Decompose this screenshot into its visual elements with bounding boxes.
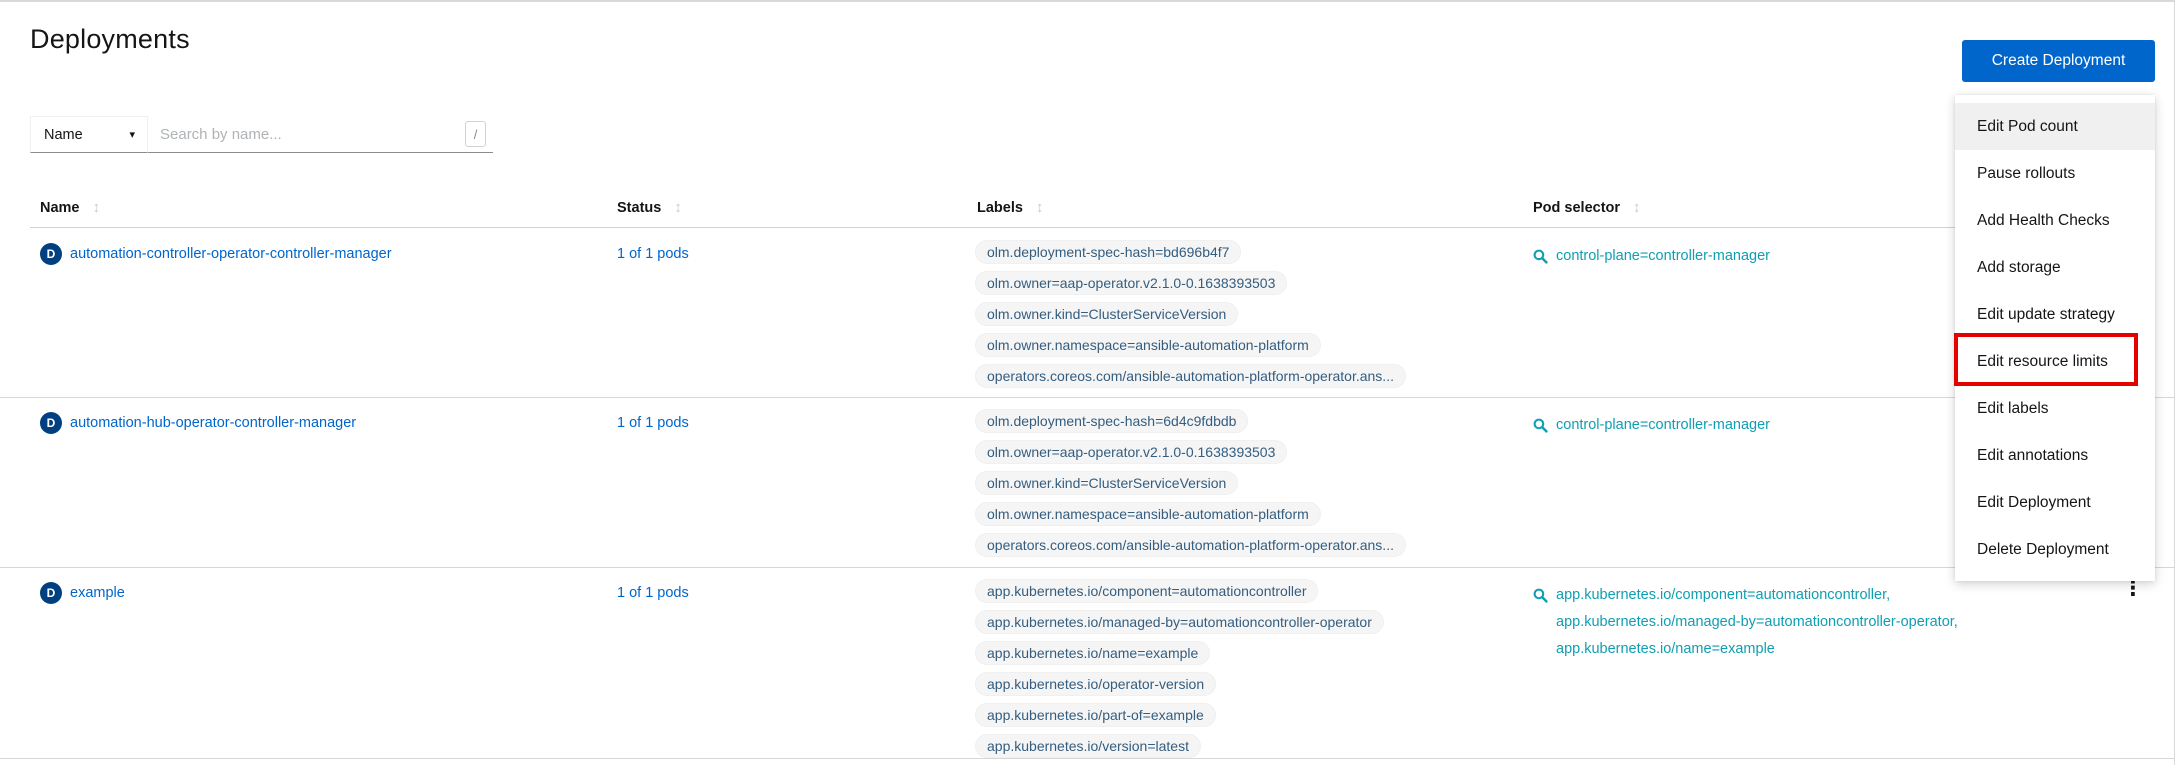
menu-item-edit-update-strategy[interactable]: Edit update strategy (1955, 291, 2155, 338)
name-cell: D automation-hub-operator-controller-man… (40, 398, 356, 434)
label-pill[interactable]: app.kubernetes.io/part-of=example (975, 703, 1216, 727)
label-pill[interactable]: app.kubernetes.io/managed-by=automationc… (975, 610, 1384, 634)
filter-type-dropdown[interactable]: Name ▾ (30, 116, 148, 153)
pods-status-link[interactable]: 1 of 1 pods (617, 585, 689, 601)
column-header-pod-selector[interactable]: Pod selector ↕ (1533, 187, 1641, 228)
slash-shortcut-badge: / (465, 121, 486, 147)
menu-item-pause-rollouts[interactable]: Pause rollouts (1955, 150, 2155, 197)
menu-item-edit-labels[interactable]: Edit labels (1955, 385, 2155, 432)
labels-cell: olm.deployment-spec-hash=bd696b4f7 olm.o… (975, 229, 1406, 395)
caret-down-icon: ▾ (129, 128, 135, 141)
labels-cell: app.kubernetes.io/component=automationco… (975, 568, 1384, 765)
label-pill[interactable]: olm.deployment-spec-hash=6d4c9fdbdb (975, 409, 1248, 433)
sort-icon: ↕ (1036, 199, 1044, 216)
label-pill[interactable]: app.kubernetes.io/name=example (975, 641, 1210, 665)
labels-cell: olm.deployment-spec-hash=6d4c9fdbdb olm.… (975, 398, 1406, 564)
menu-item-edit-pod-count[interactable]: Edit Pod count (1955, 103, 2155, 150)
status-cell: 1 of 1 pods (617, 398, 689, 432)
sort-icon: ↕ (1633, 199, 1641, 216)
pod-selector-cell: app.kubernetes.io/component=automationco… (1533, 568, 1958, 663)
deployment-kind-badge: D (40, 582, 62, 604)
pod-selector-link[interactable]: control-plane=controller-manager (1556, 412, 1770, 439)
create-deployment-button[interactable]: Create Deployment (1962, 40, 2155, 82)
table-row: D automation-controller-operator-control… (0, 229, 2175, 398)
pod-selector-cell: control-plane=controller-manager (1533, 398, 1770, 439)
label-pill[interactable]: olm.owner.namespace=ansible-automation-p… (975, 502, 1321, 526)
deployment-name-link[interactable]: automation-controller-operator-controlle… (70, 246, 392, 262)
search-icon (1533, 588, 1548, 608)
filter-toolbar: Name ▾ / (30, 116, 493, 153)
label-pill[interactable]: olm.owner.kind=ClusterServiceVersion (975, 302, 1238, 326)
menu-item-edit-annotations[interactable]: Edit annotations (1955, 432, 2155, 479)
deployment-name-link[interactable]: automation-hub-operator-controller-manag… (70, 415, 356, 431)
search-input[interactable] (160, 126, 465, 143)
status-cell: 1 of 1 pods (617, 568, 689, 602)
sort-icon: ↕ (674, 199, 682, 216)
label-pill[interactable]: olm.deployment-spec-hash=bd696b4f7 (975, 240, 1241, 264)
deployment-kind-badge: D (40, 412, 62, 434)
label-pill[interactable]: app.kubernetes.io/component=automationco… (975, 579, 1318, 603)
page-title: Deployments (30, 24, 190, 55)
search-box: / (148, 116, 493, 153)
label-pill[interactable]: app.kubernetes.io/version=latest (975, 734, 1201, 758)
table-row: D example 1 of 1 pods app.kubernetes.io/… (0, 568, 2175, 759)
label-pill[interactable]: olm.owner.kind=ClusterServiceVersion (975, 471, 1238, 495)
deployments-page: Deployments Create Deployment Name ▾ / N… (0, 0, 2175, 765)
search-icon (1533, 418, 1548, 438)
deployment-kind-badge: D (40, 243, 62, 265)
name-cell: D automation-controller-operator-control… (40, 229, 392, 265)
pods-status-link[interactable]: 1 of 1 pods (617, 415, 689, 431)
table-header-row: Name ↕ Status ↕ Labels ↕ Pod selector ↕ (30, 187, 2155, 228)
menu-item-add-storage[interactable]: Add storage (1955, 244, 2155, 291)
column-header-status[interactable]: Status ↕ (617, 187, 682, 228)
search-icon (1533, 249, 1548, 269)
label-pill[interactable]: operators.coreos.com/ansible-automation-… (975, 533, 1406, 557)
menu-item-add-health-checks[interactable]: Add Health Checks (1955, 197, 2155, 244)
name-cell: D example (40, 568, 125, 604)
table-row: D automation-hub-operator-controller-man… (0, 398, 2175, 568)
label-pill[interactable]: olm.owner=aap-operator.v2.1.0-0.16383935… (975, 271, 1287, 295)
row-actions-menu: Edit Pod count Pause rollouts Add Health… (1955, 95, 2155, 581)
column-header-name[interactable]: Name ↕ (40, 187, 100, 228)
pods-status-link[interactable]: 1 of 1 pods (617, 246, 689, 262)
menu-item-edit-deployment[interactable]: Edit Deployment (1955, 479, 2155, 526)
kebab-menu-icon[interactable]: ⋮ (2123, 578, 2144, 599)
label-pill[interactable]: app.kubernetes.io/operator-version (975, 672, 1216, 696)
menu-item-delete-deployment[interactable]: Delete Deployment (1955, 526, 2155, 573)
label-pill[interactable]: olm.owner=aap-operator.v2.1.0-0.16383935… (975, 440, 1287, 464)
deployments-table: Name ↕ Status ↕ Labels ↕ Pod selector ↕ … (0, 187, 2175, 228)
filter-type-label: Name (44, 127, 83, 143)
column-header-labels[interactable]: Labels ↕ (977, 187, 1043, 228)
label-pill[interactable]: olm.owner.namespace=ansible-automation-p… (975, 333, 1321, 357)
pod-selector-cell: control-plane=controller-manager (1533, 229, 1770, 270)
sort-icon: ↕ (93, 199, 101, 216)
label-pill[interactable]: operators.coreos.com/ansible-automation-… (975, 364, 1406, 388)
status-cell: 1 of 1 pods (617, 229, 689, 263)
deployment-name-link[interactable]: example (70, 585, 125, 601)
menu-item-edit-resource-limits[interactable]: Edit resource limits (1955, 338, 2155, 385)
pod-selector-link[interactable]: control-plane=controller-manager (1556, 243, 1770, 270)
pod-selector-link[interactable]: app.kubernetes.io/component=automationco… (1556, 582, 1958, 663)
